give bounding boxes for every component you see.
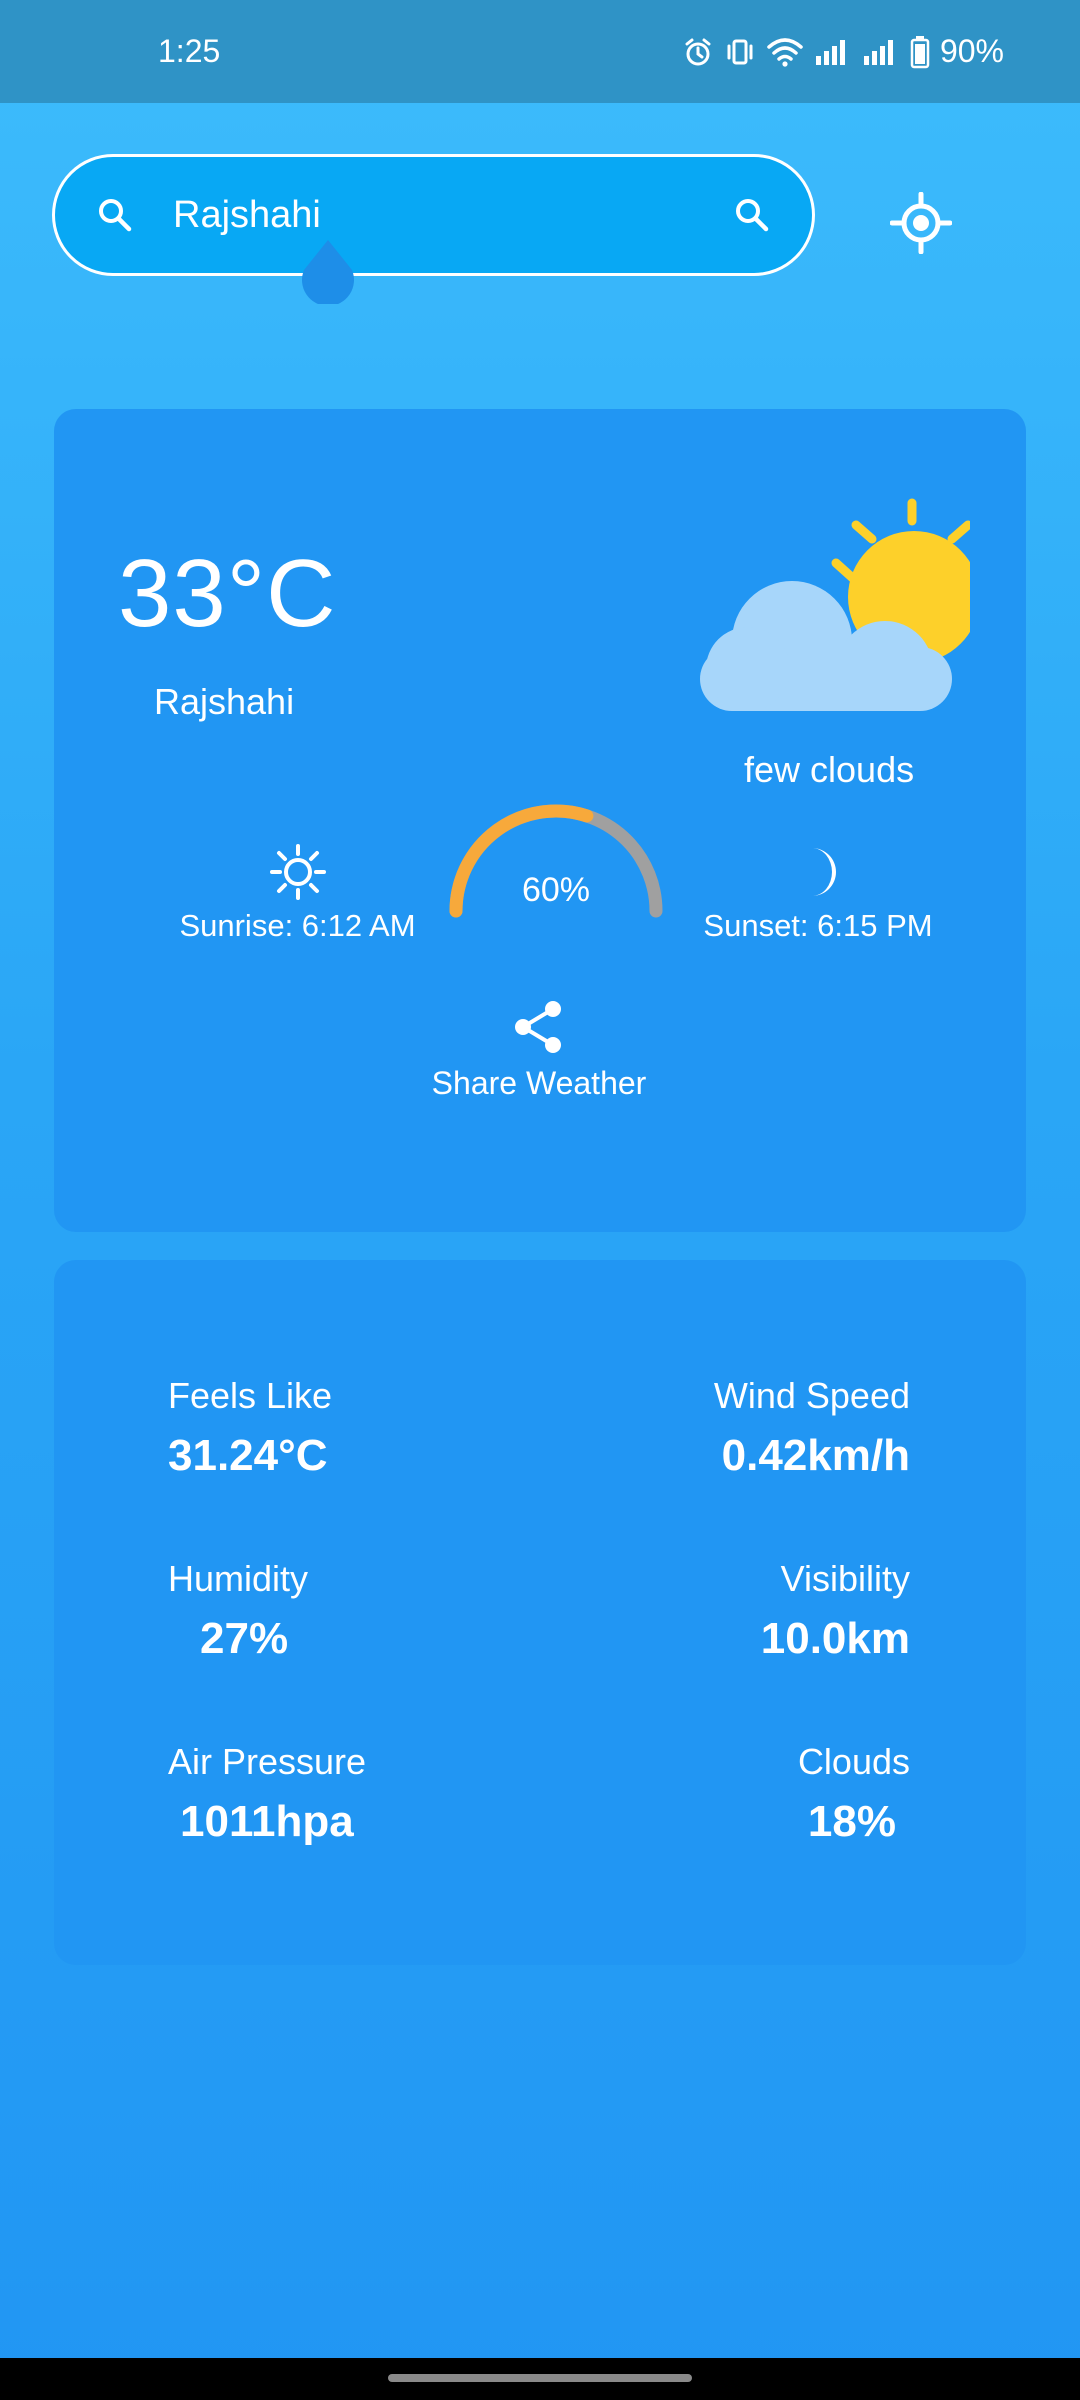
signal-icon bbox=[863, 39, 893, 65]
home-gesture-handle[interactable] bbox=[388, 2374, 692, 2382]
clouds-value: 18% bbox=[807, 1797, 896, 1846]
battery-icon bbox=[910, 35, 930, 68]
weather-details-card: Feels Like 31.24°C Wind Speed 0.42km/h H… bbox=[54, 1260, 1026, 1965]
search-icon bbox=[99, 199, 132, 232]
feels-like-item: Feels Like 31.24°C bbox=[168, 1375, 488, 1481]
wind-speed-label: Wind Speed bbox=[713, 1375, 910, 1416]
feels-like-label: Feels Like bbox=[168, 1375, 333, 1416]
day-progress-value: 60% bbox=[521, 871, 591, 909]
humidity-label: Humidity bbox=[168, 1558, 309, 1599]
signal-icon bbox=[815, 39, 845, 65]
sunset-block: Sunset: 6:15 PM bbox=[658, 844, 978, 944]
weather-condition: few clouds bbox=[744, 749, 915, 790]
air-pressure-label: Air Pressure bbox=[168, 1741, 367, 1782]
moon-icon bbox=[812, 848, 836, 896]
gps-target-icon[interactable] bbox=[890, 192, 952, 254]
status-icons: 90% bbox=[682, 33, 1004, 70]
search-icon[interactable] bbox=[732, 195, 772, 235]
visibility-label: Visibility bbox=[780, 1558, 910, 1599]
text-cursor-handle[interactable] bbox=[300, 240, 356, 304]
sun-icon bbox=[269, 844, 326, 900]
visibility-value: 10.0km bbox=[760, 1614, 910, 1663]
clouds-label: Clouds bbox=[797, 1741, 910, 1782]
sunrise-time: Sunrise: 6:12 AM bbox=[179, 908, 416, 943]
air-pressure-value: 1011hpa bbox=[180, 1797, 354, 1846]
vibrate-icon bbox=[727, 39, 753, 64]
current-weather-card: 33°C Rajshahi few clouds Sunrise: 6:12 A… bbox=[54, 409, 1026, 1232]
air-pressure-item: Air Pressure 1011hpa bbox=[168, 1741, 488, 1847]
sun-behind-cloud-icon bbox=[700, 498, 970, 711]
feels-like-value: 31.24°C bbox=[168, 1431, 328, 1480]
battery-percent: 90% bbox=[939, 33, 1004, 69]
share-weather-button[interactable]: Share Weather bbox=[394, 999, 684, 1102]
city-search-input[interactable] bbox=[173, 183, 733, 247]
status-time: 1:25 bbox=[158, 33, 221, 69]
wind-speed-item: Wind Speed 0.42km/h bbox=[590, 1375, 910, 1481]
system-nav-bar bbox=[0, 2358, 1080, 2400]
city-name: Rajshahi bbox=[154, 681, 295, 722]
clouds-item: Clouds 18% bbox=[590, 1741, 910, 1847]
current-temperature: 33°C bbox=[118, 540, 337, 647]
visibility-item: Visibility 10.0km bbox=[590, 1558, 910, 1664]
wind-speed-value: 0.42km/h bbox=[721, 1431, 910, 1480]
humidity-item: Humidity 27% bbox=[168, 1558, 398, 1664]
sunrise-block: Sunrise: 6:12 AM bbox=[160, 844, 435, 944]
wifi-icon bbox=[767, 37, 803, 67]
alarm-icon bbox=[685, 38, 711, 65]
status-bar: 1:25 90% bbox=[0, 0, 1080, 103]
city-search-field[interactable] bbox=[52, 154, 815, 276]
sunset-time: Sunset: 6:15 PM bbox=[703, 908, 933, 943]
humidity-value: 27% bbox=[200, 1614, 289, 1663]
share-weather-label: Share Weather bbox=[431, 1065, 647, 1101]
share-icon bbox=[515, 1001, 561, 1053]
